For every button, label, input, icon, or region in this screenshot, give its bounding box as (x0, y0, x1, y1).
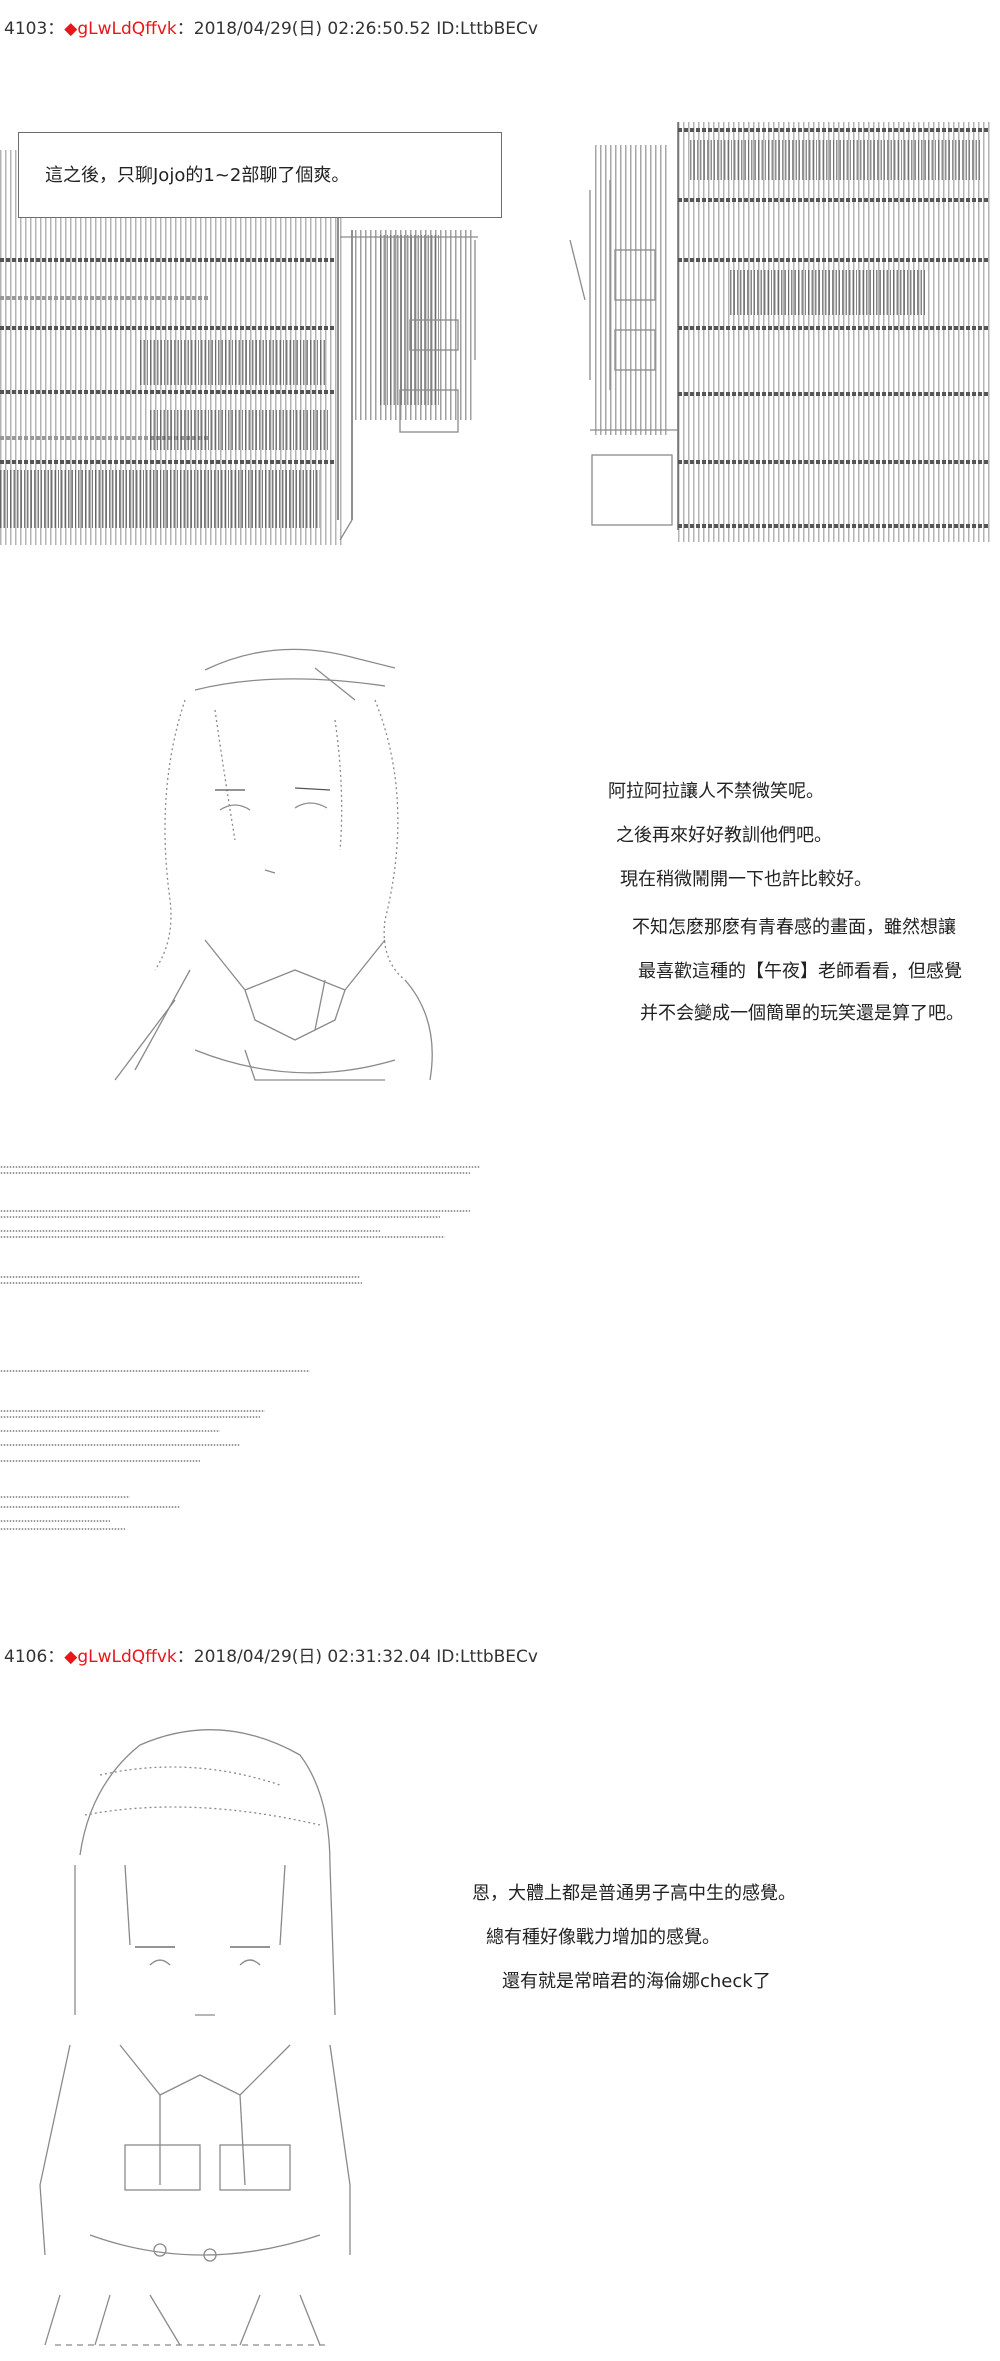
dialog-line: 還有就是常暗君的海倫娜check了 (502, 1971, 771, 1992)
dialog-line: 恩，大體上都是普通男子高中生的感覺。 (472, 1883, 796, 1904)
post-body: 恩，大體上都是普通男子高中生的感覺。 總有種好像戰力增加的感覺。 還有就是常暗君… (0, 0, 1000, 2361)
dialog-line: 總有種好像戰力增加的感覺。 (486, 1927, 720, 1948)
